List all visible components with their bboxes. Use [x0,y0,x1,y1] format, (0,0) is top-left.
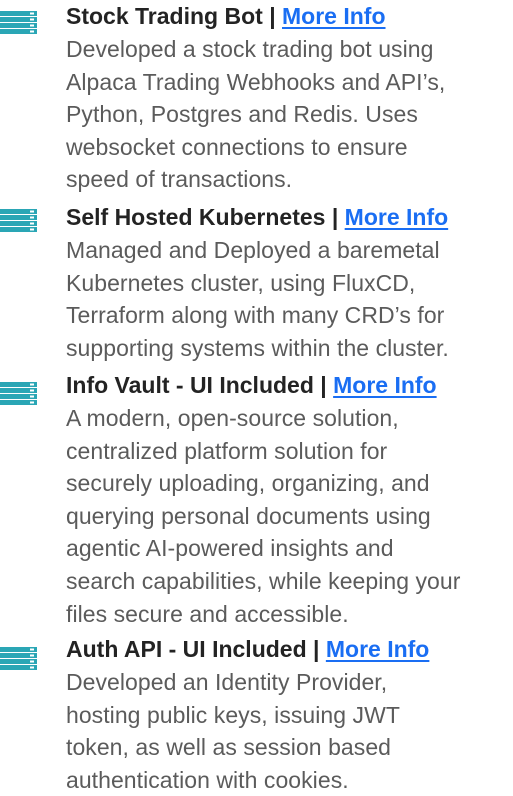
project-title-row: Auth API - UI Included | More Info [66,633,429,666]
list-icon [0,382,37,405]
project-title: Self Hosted Kubernetes [66,204,326,230]
list-icon [0,647,37,670]
description-line: speed of transactions. [66,166,293,193]
description-line: authentication with cookies. [66,766,349,793]
more-info-link[interactable]: More Info [282,3,386,29]
description-line: Terraform along with many CRD’s for [66,302,445,329]
description-line: securely uploading, organizing, and [66,470,430,497]
description-line: centralized platform solution for [66,437,388,464]
description-line: supporting systems within the cluster. [66,334,449,361]
description-line: hosting public keys, issuing JWT [66,701,400,728]
project-title-row: Stock Trading Bot | More Info [66,0,386,33]
project-title: Stock Trading Bot [66,3,263,29]
title-separator: | [320,372,334,398]
title-separator: | [331,204,345,230]
description-line: A modern, open-source solution, [66,405,399,431]
project-description: Developed an Identity Provider, hosting … [66,666,513,796]
more-info-link[interactable]: More Info [333,372,437,398]
project-title-row: Info Vault - UI Included | More Info [66,369,437,402]
description-line: agentic AI-powered insights and [66,535,394,562]
project-title: Info Vault - UI Included [66,372,314,398]
description-line: Developed a stock trading bot using [66,36,434,62]
project-description: Developed a stock trading bot using Alpa… [66,33,513,196]
project-title-row: Self Hosted Kubernetes | More Info [66,201,448,234]
description-line: token, as well as session based [66,734,392,761]
description-line: search capabilities, while keeping your [66,567,461,594]
description-line: files secure and accessible. [66,600,349,627]
description-line: Python, Postgres and Redis. Uses [66,101,418,128]
project-title: Auth API - UI Included [66,636,307,662]
list-icon [0,209,37,232]
list-icon [0,11,37,34]
title-separator: | [269,3,283,29]
more-info-link[interactable]: More Info [326,636,430,662]
project-description: A modern, open-source solution, centrali… [66,402,513,630]
project-description: Managed and Deployed a baremetal Kuberne… [66,234,513,364]
description-line: Managed and Deployed a baremetal [66,237,440,263]
description-line: websocket connections to ensure [66,133,408,160]
title-separator: | [313,636,326,662]
description-line: Developed an Identity Provider, [66,669,388,695]
more-info-link[interactable]: More Info [345,204,449,230]
description-line: Kubernetes cluster, using FluxCD, [66,269,416,296]
description-line: Alpaca Trading Webhooks and API’s, [66,68,446,95]
description-line: querying personal documents using [66,502,431,529]
